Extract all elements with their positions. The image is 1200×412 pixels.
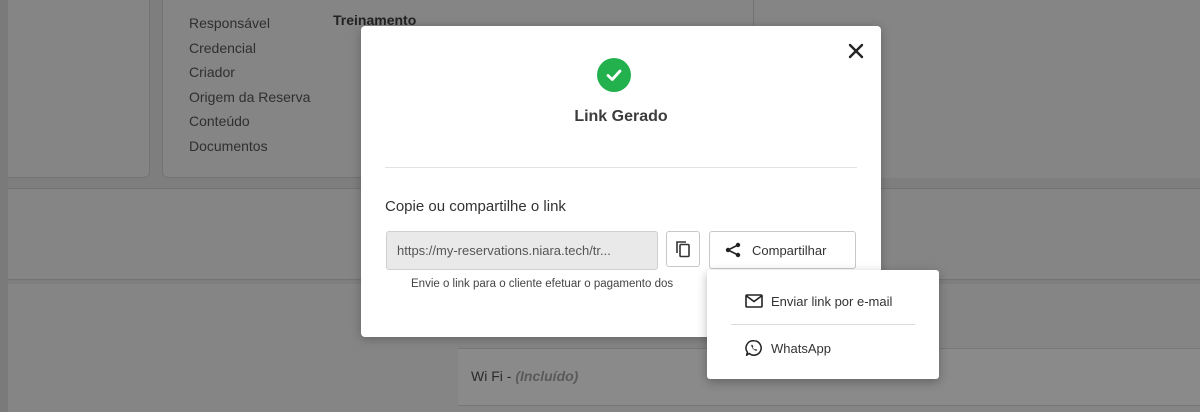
background-card-left bbox=[8, 0, 150, 178]
success-badge bbox=[597, 58, 631, 92]
amenity-name: Wi Fi bbox=[471, 368, 503, 384]
close-button[interactable] bbox=[845, 40, 867, 62]
whatsapp-icon bbox=[745, 340, 762, 356]
copy-link-button[interactable] bbox=[666, 231, 700, 267]
copy-icon bbox=[676, 241, 690, 258]
label-conteudo: Conteúdo bbox=[189, 113, 250, 129]
share-icon bbox=[725, 242, 741, 258]
close-icon bbox=[848, 43, 864, 59]
amenity-separator: - bbox=[502, 368, 516, 384]
share-whatsapp-label: WhatsApp bbox=[771, 340, 831, 356]
share-button[interactable]: Compartilhar bbox=[709, 231, 856, 269]
amenity-status: (Incluído) bbox=[515, 368, 579, 384]
share-menu: Enviar link por e-mail WhatsApp bbox=[707, 270, 939, 379]
share-email-option[interactable]: Enviar link por e-mail bbox=[707, 281, 939, 321]
share-button-label: Compartilhar bbox=[752, 242, 827, 258]
details-labels: Responsável Credencial Criador Origem da… bbox=[189, 11, 310, 158]
label-origem-reserva: Origem da Reserva bbox=[189, 88, 311, 105]
check-icon bbox=[606, 69, 622, 81]
modal-title: Link Gerado bbox=[574, 108, 668, 125]
copy-share-label: Copie ou compartilhe o link bbox=[385, 198, 566, 215]
label-credencial: Credencial bbox=[189, 39, 256, 56]
link-field[interactable]: https://my-reservations.niara.tech/tr... bbox=[386, 231, 658, 270]
share-whatsapp-option[interactable]: WhatsApp bbox=[707, 328, 939, 368]
help-text: Envie o link para o cliente efetuar o pa… bbox=[411, 278, 674, 290]
label-responsavel: Responsável bbox=[189, 15, 270, 31]
share-email-label: Enviar link por e-mail bbox=[771, 293, 893, 309]
mail-icon bbox=[745, 294, 763, 308]
menu-divider bbox=[731, 324, 915, 325]
amenity-item: Wi Fi - (Incluído) bbox=[471, 368, 578, 384]
divider bbox=[385, 167, 857, 168]
label-documentos: Documentos bbox=[189, 137, 268, 154]
left-strip bbox=[0, 0, 8, 412]
label-criador: Criador bbox=[189, 64, 235, 80]
